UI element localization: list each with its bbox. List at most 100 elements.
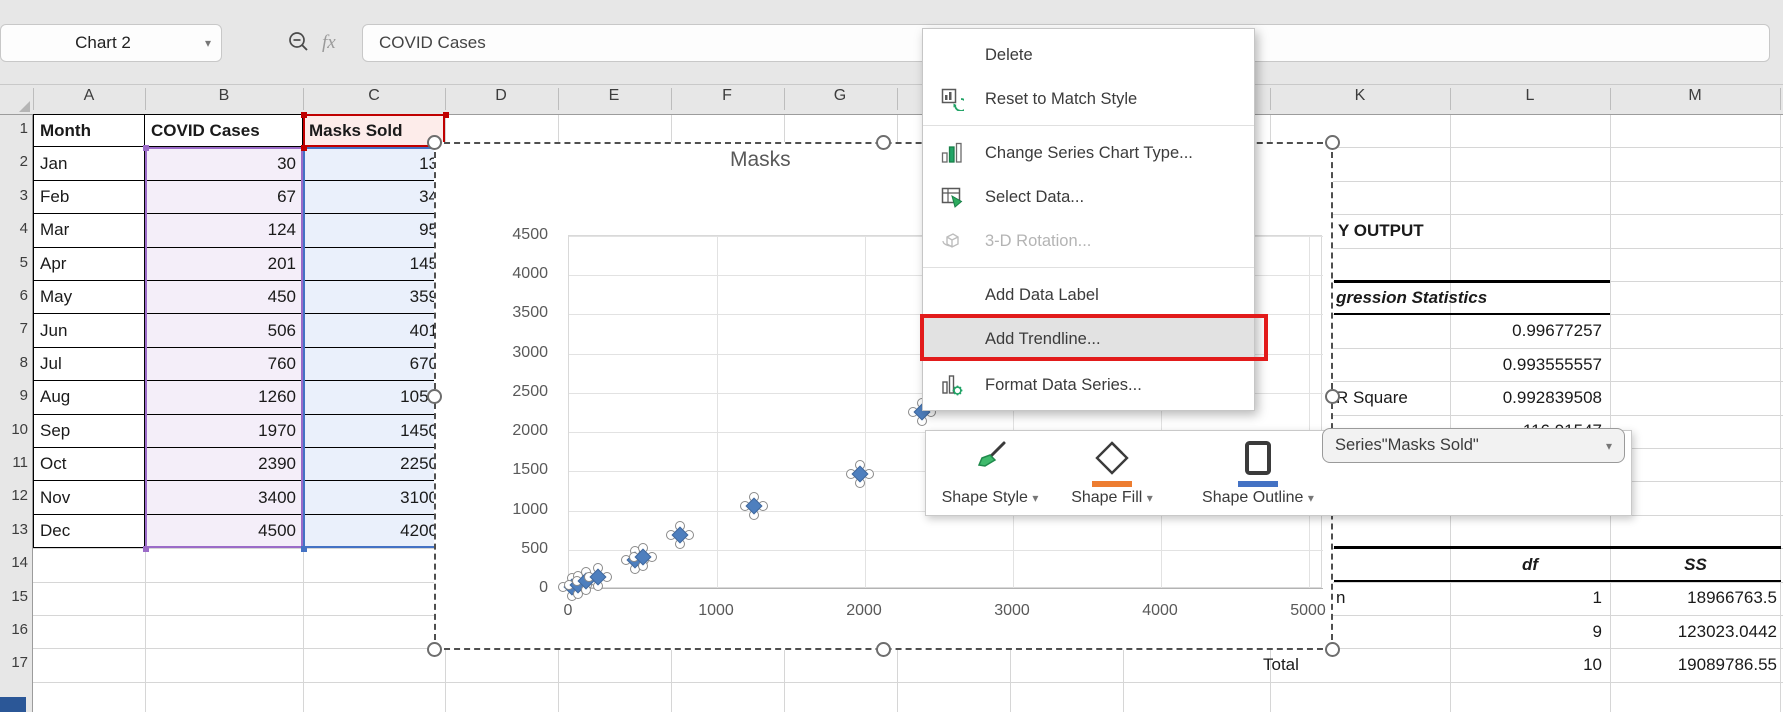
table-cell[interactable]: Mar [33,214,145,248]
table-cell[interactable]: 4500 [145,514,303,549]
table-cell[interactable]: 1970 [145,414,303,448]
table-cell[interactable]: Jan [33,147,145,181]
table-cell[interactable]: 760 [145,347,303,382]
column-header-C[interactable]: C [344,87,404,105]
table-cell[interactable]: 30 [145,147,303,181]
table-cell[interactable]: 506 [145,314,303,348]
chart-resize-handle[interactable] [427,389,442,404]
context-menu: Delete Reset to Match Style Change Series … [922,28,1255,411]
stat-row-label: R Square [1336,387,1408,407]
name-box[interactable]: Chart 2 ▾ [0,24,222,62]
gridline [1450,114,1451,712]
series-selector-dropdown[interactable]: Series"Masks Sold" ▾ [1322,428,1625,463]
row-header-16[interactable]: 16 [0,621,28,638]
row-header-1[interactable]: 1 [0,120,28,137]
column-header-G[interactable]: G [810,87,870,105]
table-cell[interactable]: 670 [303,347,445,382]
menu-item-add-trendline[interactable]: Add Trendline... [923,317,1254,361]
menu-item-reset-to-match-style[interactable]: Reset to Match Style [923,77,1254,121]
menu-item-change-series-chart-type[interactable]: Change Series Chart Type... [923,131,1254,175]
table-cell[interactable]: 1050 [303,381,445,415]
chart-resize-handle[interactable] [427,135,442,150]
row-header-2[interactable]: 2 [0,153,28,170]
menu-item-label: Delete [985,45,1033,64]
menu-item-format-data-series[interactable]: Format Data Series... [923,363,1254,407]
rotation-3d-icon [939,228,965,254]
table-cell[interactable]: Apr [33,247,145,281]
row-header-8[interactable]: 8 [0,354,28,371]
table-cell[interactable]: 3100 [303,481,445,515]
select-all-corner[interactable] [19,101,30,112]
formula-text: COVID Cases [379,33,486,52]
table-cell[interactable]: Jun [33,314,145,348]
stat-row-value: 0.993555557 [1502,354,1602,374]
table-cell[interactable]: 2390 [145,448,303,482]
row-header-15[interactable]: 15 [0,588,28,605]
table-cell[interactable]: 34 [303,180,445,215]
table-cell[interactable]: 124 [145,214,303,248]
table-cell[interactable]: 3400 [145,481,303,515]
column-header-L[interactable]: L [1500,87,1560,105]
table-cell[interactable]: 95 [303,214,445,248]
column-header-M[interactable]: M [1665,87,1725,105]
row-header-10[interactable]: 10 [0,421,28,438]
table-cell[interactable]: COVID Cases [145,114,303,148]
toolbar-button-shape-style[interactable]: Shape Style ▾ [926,435,1054,513]
table-cell[interactable]: 67 [145,180,303,215]
chart-resize-handle[interactable] [1325,135,1340,150]
table-cell[interactable]: 1450 [303,414,445,448]
column-header-K[interactable]: K [1330,87,1390,105]
anova-ss-header: SS [1684,554,1707,574]
table-cell[interactable]: Aug [33,381,145,415]
toolbar-button-label: Shape Outline ▾ [1202,489,1314,506]
column-header-F[interactable]: F [697,87,757,105]
menu-item-delete[interactable]: Delete [923,33,1254,77]
row-header-4[interactable]: 4 [0,220,28,237]
column-header-B[interactable]: B [194,87,254,105]
chart-resize-handle[interactable] [1325,389,1340,404]
column-header-D[interactable]: D [471,87,531,105]
table-cell[interactable]: Masks Sold [303,114,445,148]
table-cell[interactable]: 359 [303,281,445,315]
table-cell[interactable]: 145 [303,247,445,281]
magnifier-icon[interactable] [286,30,312,56]
row-header-6[interactable]: 6 [0,287,28,304]
row-header-3[interactable]: 3 [0,187,28,204]
row-header-12[interactable]: 12 [0,487,28,504]
table-cell[interactable]: Nov [33,481,145,515]
row-header-11[interactable]: 11 [0,454,28,471]
toolbar-button-shape-fill[interactable]: Shape Fill ▾ [1048,435,1176,513]
chart-resize-handle[interactable] [1325,642,1340,657]
table-cell[interactable]: 4200 [303,514,445,549]
table-cell[interactable]: Jul [33,347,145,382]
menu-item-add-data-label[interactable]: Add Data Label [923,273,1254,317]
table-cell[interactable]: Dec [33,514,145,549]
table-cell[interactable]: Month [33,114,145,148]
menu-item-select-data[interactable]: Select Data... [923,175,1254,219]
row-header-13[interactable]: 13 [0,521,28,538]
row-header-14[interactable]: 14 [0,554,28,571]
formula-tools: fx [286,28,336,58]
table-cell[interactable]: Oct [33,448,145,482]
table-cell[interactable]: 450 [145,281,303,315]
table-cell[interactable]: Sep [33,414,145,448]
row-header-5[interactable]: 5 [0,254,28,271]
table-cell[interactable]: 401 [303,314,445,348]
table-cell[interactable]: 2250 [303,448,445,482]
toolbar-button-shape-outline[interactable]: Shape Outline ▾ [1178,435,1338,513]
table-cell[interactable]: Feb [33,180,145,215]
chart-resize-handle[interactable] [876,642,891,657]
column-header-A[interactable]: A [59,87,119,105]
row-header-9[interactable]: 9 [0,387,28,404]
chart-resize-handle[interactable] [427,642,442,657]
row-header-7[interactable]: 7 [0,320,28,337]
table-cell[interactable]: 1260 [145,381,303,415]
table-cell[interactable]: 13 [303,147,445,181]
chart-resize-handle[interactable] [876,135,891,150]
table-cell[interactable]: 201 [145,247,303,281]
chevron-down-icon[interactable]: ▾ [205,36,211,50]
row-header-17[interactable]: 17 [0,654,28,671]
fx-icon[interactable]: fx [322,32,336,54]
table-cell[interactable]: May [33,281,145,315]
column-header-E[interactable]: E [584,87,644,105]
